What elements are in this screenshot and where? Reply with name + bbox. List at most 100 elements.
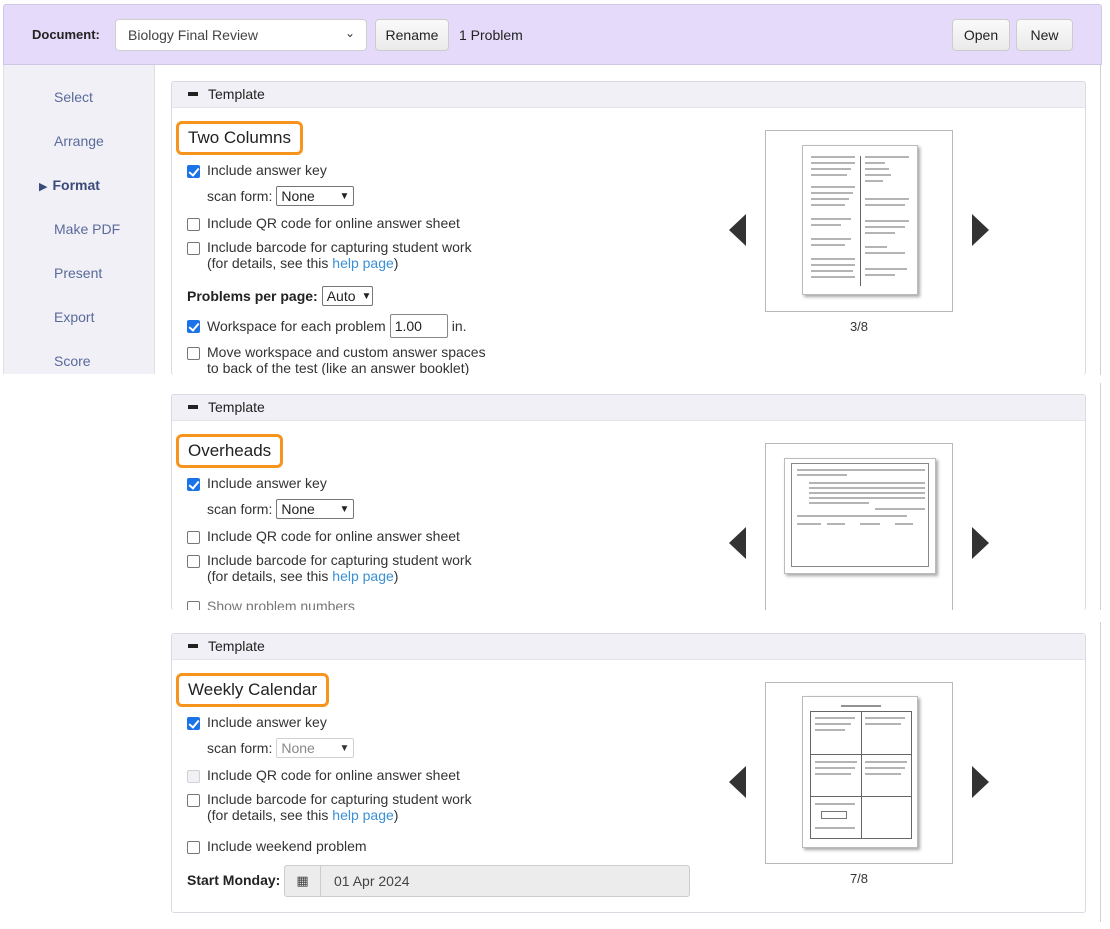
- help-page-link[interactable]: help page: [332, 568, 394, 584]
- next-page-arrow-icon[interactable]: [972, 527, 989, 559]
- option-label: Include QR code for online answer sheet: [207, 528, 460, 544]
- barcode-checkbox[interactable]: [187, 794, 200, 807]
- document-select[interactable]: Biology Final Review ⌄: [115, 19, 367, 51]
- text-line: [827, 523, 845, 525]
- text-line: [797, 523, 821, 525]
- page-indicator: 7/8: [849, 871, 869, 886]
- text-line: [811, 168, 851, 170]
- template-panel-two-columns: Template Two Columns Include answer key …: [171, 81, 1086, 375]
- calendar-icon[interactable]: ▦: [285, 866, 321, 896]
- scan-form-select[interactable]: None ▼: [276, 186, 355, 206]
- sidebar-item-label: Format: [52, 177, 100, 193]
- workspace-unit: in.: [451, 318, 467, 334]
- text-line: [865, 761, 907, 763]
- scan-form-select[interactable]: None ▼: [276, 738, 355, 758]
- include-answer-key-checkbox[interactable]: [187, 165, 200, 178]
- include-answer-key-checkbox[interactable]: [187, 478, 200, 491]
- collapse-icon: [188, 405, 198, 410]
- sidebar-item-score[interactable]: Score: [54, 353, 91, 369]
- text-line: [865, 174, 891, 176]
- sidebar-item-format[interactable]: ▶ Format: [39, 177, 100, 193]
- details-prefix: (for details, see this: [207, 568, 333, 584]
- select-value: Auto: [326, 288, 356, 304]
- start-monday-label: Start Monday:: [187, 872, 281, 888]
- barcode-checkbox[interactable]: [187, 555, 200, 568]
- text-line: [865, 168, 889, 170]
- barcode-option: Include barcode for capturing student wo…: [187, 791, 472, 823]
- text-line: [811, 198, 849, 200]
- sidebar-item-present[interactable]: Present: [54, 265, 102, 281]
- text-line: [865, 162, 885, 164]
- workspace-input[interactable]: [389, 314, 448, 338]
- qr-code-checkbox[interactable]: [187, 218, 200, 231]
- template-panel-weekly-calendar: Template Weekly Calendar Include answer …: [171, 633, 1086, 913]
- qr-code-checkbox[interactable]: [187, 531, 200, 544]
- problems-per-page-select[interactable]: Auto ▼: [321, 286, 373, 306]
- option-label: Include answer key: [207, 162, 327, 178]
- text-line: [815, 803, 855, 805]
- text-line: [865, 723, 901, 725]
- new-button[interactable]: New: [1016, 19, 1073, 51]
- option-label: Include QR code for online answer sheet: [207, 767, 460, 783]
- option-label: Include answer key: [207, 714, 327, 730]
- text-line: [865, 246, 887, 248]
- open-button[interactable]: Open: [952, 19, 1010, 51]
- panel-header[interactable]: Template: [172, 82, 1085, 108]
- details-suffix: ): [393, 255, 399, 271]
- move-workspace-checkbox[interactable]: [187, 347, 200, 360]
- diagram-box: [821, 811, 847, 819]
- scan-form-label: scan form:: [207, 188, 273, 204]
- sidebar-item-arrange[interactable]: Arrange: [54, 133, 104, 149]
- problems-per-page-row: Problems per page: Auto ▼: [187, 286, 373, 306]
- next-page-arrow-icon[interactable]: [972, 214, 989, 246]
- option-label: Include answer key: [207, 475, 327, 491]
- text-line: [865, 226, 905, 228]
- qr-code-checkbox[interactable]: [187, 770, 200, 783]
- previous-page-arrow-icon[interactable]: [729, 766, 746, 798]
- panel-header[interactable]: Template: [172, 634, 1085, 660]
- problem-count: 1 Problem: [459, 27, 523, 43]
- sidebar-item-select[interactable]: Select: [54, 89, 93, 105]
- weekend-problem-checkbox[interactable]: [187, 841, 200, 854]
- details-text: (for details, see this help page): [207, 568, 472, 584]
- barcode-label: Include barcode for capturing student wo…: [207, 791, 472, 807]
- text-line: [811, 244, 845, 246]
- start-monday-date-field[interactable]: ▦ 01 Apr 2024: [284, 865, 690, 897]
- barcode-option: Include barcode for capturing student wo…: [187, 239, 472, 271]
- workspace-checkbox[interactable]: [187, 319, 200, 333]
- rename-button[interactable]: Rename: [375, 19, 449, 51]
- text-line: [860, 523, 880, 525]
- sidebar-item-export[interactable]: Export: [54, 309, 94, 325]
- weekend-problem-option: Include weekend problem: [187, 838, 367, 854]
- help-page-link[interactable]: help page: [332, 255, 394, 271]
- option-label: Include barcode for capturing student wo…: [207, 552, 472, 584]
- option-label: Move workspace and custom answer spaces …: [207, 344, 486, 375]
- scrollbar-track: [1100, 622, 1101, 922]
- grid-divider: [861, 712, 862, 838]
- panel-header-label: Template: [208, 399, 265, 415]
- select-value: None: [281, 740, 315, 756]
- text-line: [809, 497, 925, 499]
- scan-form-select[interactable]: None ▼: [276, 499, 355, 519]
- text-line: [865, 220, 909, 222]
- include-answer-key-checkbox[interactable]: [187, 717, 200, 730]
- panel-header[interactable]: Template: [172, 395, 1085, 421]
- preview-page: [802, 145, 918, 295]
- next-page-arrow-icon[interactable]: [972, 766, 989, 798]
- text-line: [815, 761, 857, 763]
- template-title: Weekly Calendar: [176, 673, 330, 707]
- previous-page-arrow-icon[interactable]: [729, 527, 746, 559]
- text-line: [811, 264, 855, 266]
- help-page-link[interactable]: help page: [332, 807, 394, 823]
- option-label: Show problem numbers: [207, 598, 355, 610]
- sidebar-item-make-pdf[interactable]: Make PDF: [54, 221, 120, 237]
- show-problem-numbers-checkbox[interactable]: [187, 601, 200, 610]
- text-line: [875, 508, 925, 510]
- option-label: Include QR code for online answer sheet: [207, 215, 460, 231]
- previous-page-arrow-icon[interactable]: [729, 214, 746, 246]
- option-label: Include barcode for capturing student wo…: [207, 791, 472, 823]
- text-line: [865, 773, 901, 775]
- barcode-checkbox[interactable]: [187, 242, 200, 255]
- collapse-icon: [188, 92, 198, 97]
- document-label: Document:: [32, 27, 100, 42]
